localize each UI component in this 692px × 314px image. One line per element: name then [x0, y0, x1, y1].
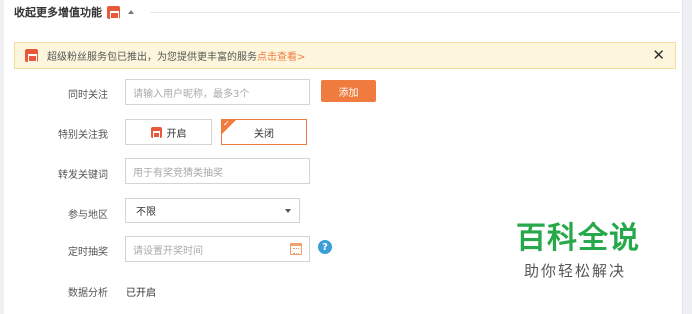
left-frame-edge [0, 0, 4, 314]
gift-icon [150, 126, 162, 138]
draw-time-placeholder: 请设置开奖时间 [133, 245, 203, 257]
chevron-down-icon [285, 209, 291, 213]
gift-icon [107, 5, 120, 19]
keyword-label: 转发关键词 [58, 170, 108, 181]
watermark-logo-text: 百科全说 [516, 221, 640, 256]
region-select[interactable]: 不限 [125, 198, 300, 223]
caret-up-icon [128, 10, 134, 14]
region-value: 不限 [136, 207, 156, 218]
repost-keyword-input[interactable]: 用于有奖竞猜类抽奖 [125, 158, 310, 184]
notice-view-link[interactable]: 点击查看> [257, 48, 305, 63]
special-follow-on-button[interactable]: 开启 [125, 119, 212, 145]
region-label: 参与地区 [68, 210, 108, 221]
notice-banner: 超级粉丝服务包已推出，为您提供更丰富的服务 点击查看> ✕ [14, 42, 676, 69]
calendar-icon[interactable] [290, 243, 302, 255]
collapse-more-features-toggle[interactable]: 收起更多增值功能 [14, 4, 134, 20]
follow-user-input[interactable]: 请输入用户昵称，最多3个 [125, 79, 310, 105]
collapse-label: 收起更多增值功能 [14, 6, 102, 19]
special-follow-off-button[interactable]: ✓ 关闭 [221, 119, 307, 145]
check-icon: ✓ [223, 119, 230, 128]
add-button[interactable]: 添加 [321, 80, 376, 102]
analytics-label: 数据分析 [68, 288, 108, 299]
draw-time-input[interactable]: 请设置开奖时间 [125, 236, 310, 262]
gift-icon [25, 49, 38, 62]
notice-text: 超级粉丝服务包已推出，为您提供更丰富的服务 [47, 52, 257, 63]
on-label: 开启 [166, 128, 187, 140]
help-icon[interactable]: ? [318, 240, 332, 254]
off-label: 关闭 [254, 128, 274, 140]
special-follow-label: 特别关注我 [58, 130, 108, 141]
section-divider [150, 12, 680, 13]
right-scrollbar-track[interactable] [682, 0, 692, 314]
analytics-status: 已开启 [126, 288, 156, 299]
close-icon[interactable]: ✕ [652, 47, 665, 64]
watermark-slogan: 助你轻松解决 [524, 262, 627, 280]
follow-label: 同时关注 [68, 90, 108, 101]
timed-draw-label: 定时抽奖 [68, 247, 108, 258]
